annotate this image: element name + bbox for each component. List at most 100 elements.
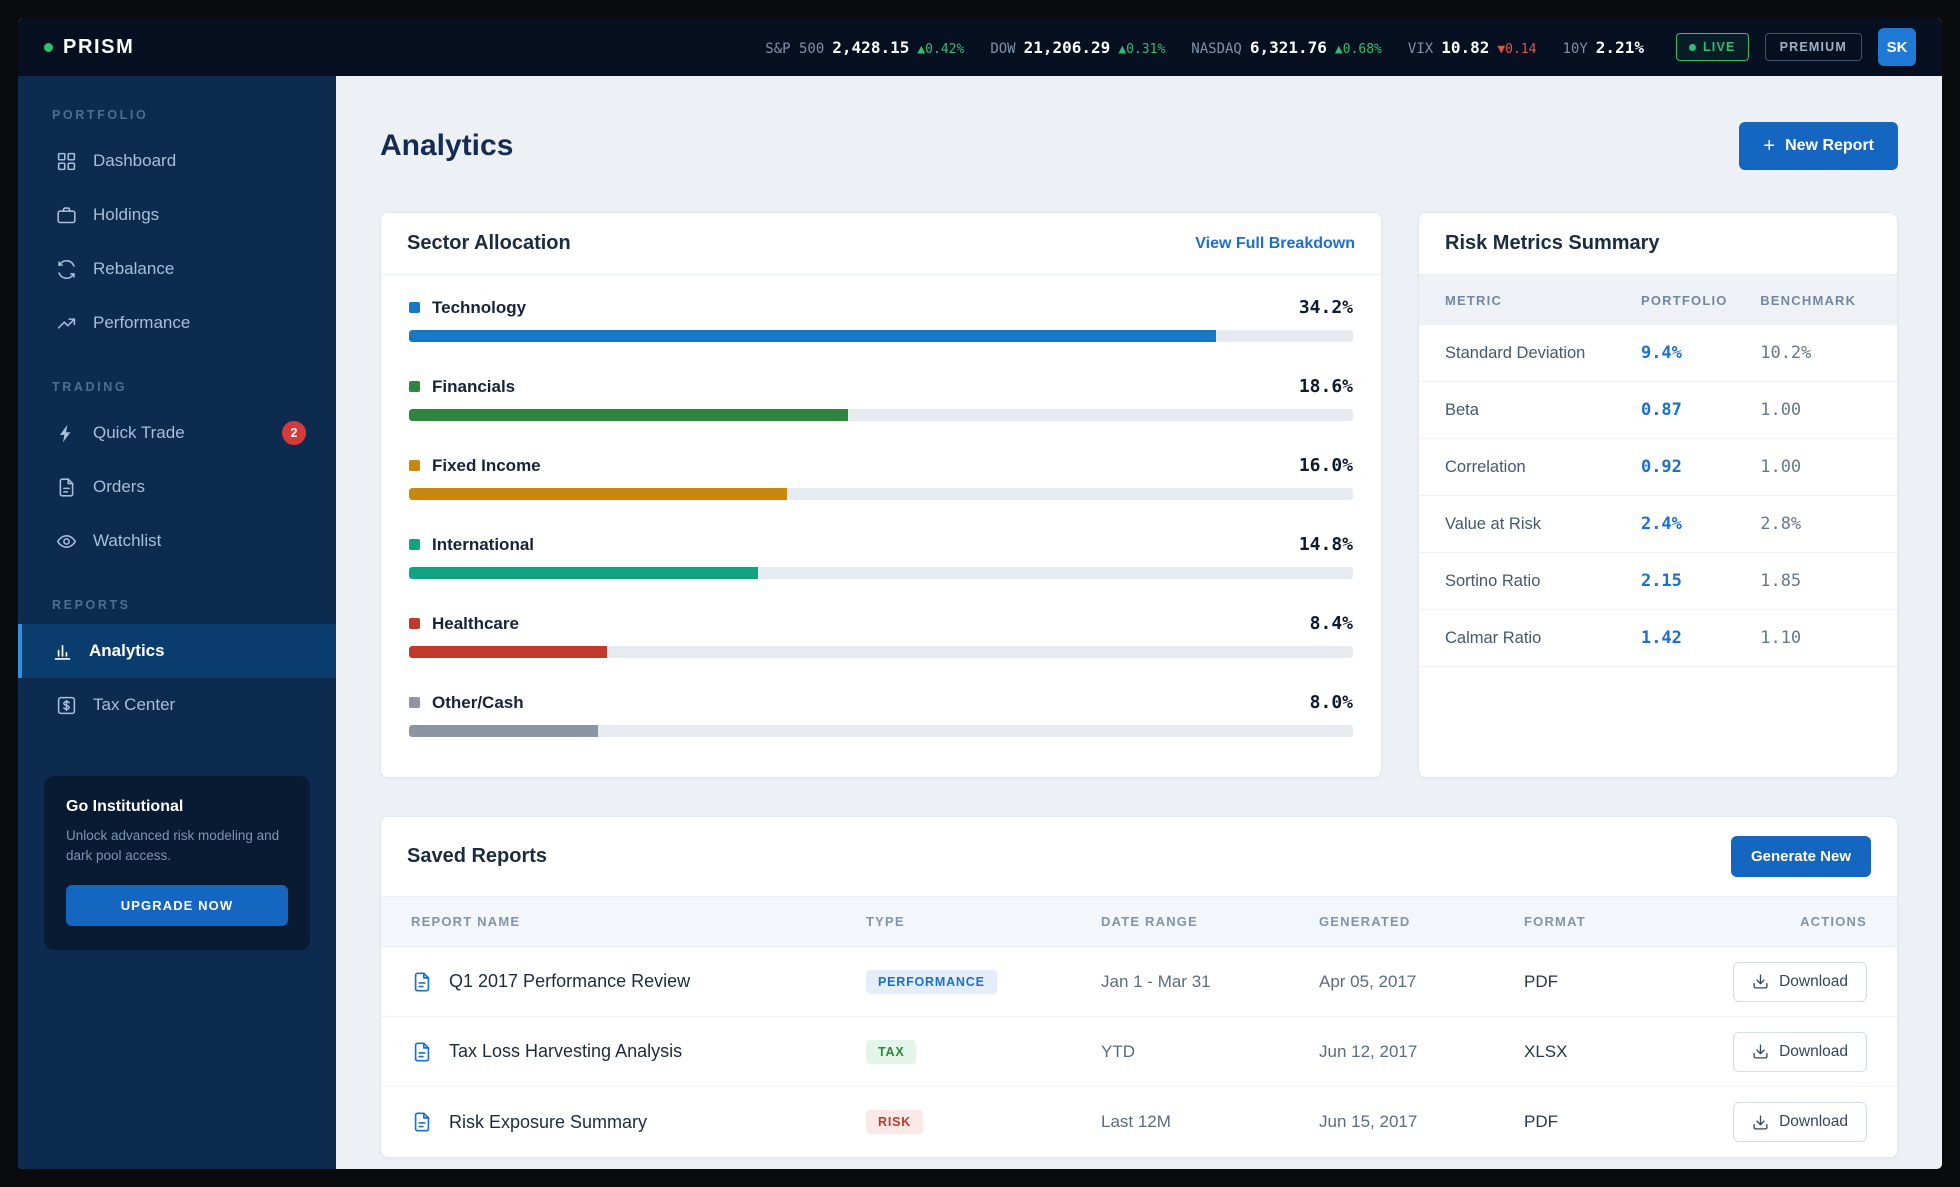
sidebar-item-label: Analytics xyxy=(89,641,165,660)
ticker-value: 10.82 xyxy=(1441,37,1490,57)
cards-row: Sector Allocation View Full Breakdown Te… xyxy=(380,212,1898,778)
sidebar-item-performance[interactable]: Performance xyxy=(18,296,336,350)
dollar-icon xyxy=(56,695,77,716)
sidebar-item-orders[interactable]: Orders xyxy=(18,460,336,514)
risk-metrics-table: METRIC PORTFOLIO BENCHMARK Standard Deviati… xyxy=(1419,275,1897,667)
sector-bar-fill xyxy=(409,567,759,579)
sidebar-item-watchlist[interactable]: Watchlist xyxy=(18,514,336,568)
sector-bar-fill xyxy=(409,330,1217,342)
sector-row-financials: Financials 18.6% xyxy=(409,376,1353,421)
eye-icon xyxy=(56,531,77,552)
report-type-cell: RISK xyxy=(866,1110,1101,1134)
reports-table-header-row: REPORT NAME TYPE DATE RANGE GENERATED FORMAT… xyxy=(381,897,1897,947)
live-badge-label: LIVE xyxy=(1702,40,1736,54)
risk-metrics-card: Risk Metrics Summary METRIC PORTFOLIO BENC… xyxy=(1418,212,1898,778)
report-type-cell: PERFORMANCE xyxy=(866,969,1101,994)
sidebar-item-tax-center[interactable]: Tax Center xyxy=(18,678,336,732)
sector-row-header: Technology 34.2% xyxy=(409,297,1353,318)
sidebar-item-rebalance[interactable]: Rebalance xyxy=(18,242,336,296)
risk-metric-name: Correlation xyxy=(1445,457,1526,476)
document-icon xyxy=(56,477,77,498)
risk-metric-name: Sortino Ratio xyxy=(1445,571,1541,590)
risk-benchmark-value: 2.8% xyxy=(1760,514,1802,534)
upgrade-now-button[interactable]: UPGRADE NOW xyxy=(66,884,288,926)
ticker-label: DOW xyxy=(990,40,1016,57)
ticker-change: ▼0.14 xyxy=(1497,41,1537,57)
new-report-label: New Report xyxy=(1785,137,1874,154)
reports-column-header: DATE RANGE xyxy=(1101,914,1198,929)
saved-reports-card: Saved Reports Generate New REPORT NAME TY… xyxy=(380,816,1898,1158)
download-button[interactable]: Download xyxy=(1733,1031,1867,1072)
generate-new-button[interactable]: Generate New xyxy=(1730,836,1871,877)
sidebar-item-holdings[interactable]: Holdings xyxy=(18,188,336,242)
risk-portfolio-value: 2.4% xyxy=(1640,514,1682,534)
nav-section-portfolio: PORTFOLIO Dashboard Holdings Rebalance Perfo… xyxy=(18,108,336,350)
risk-benchmark-value: 1.10 xyxy=(1760,628,1802,648)
sidebar-nav: PORTFOLIO Dashboard Holdings Rebalance Perfo… xyxy=(18,100,336,732)
risk-benchmark-value: 1.00 xyxy=(1760,400,1802,420)
sidebar-item-label: Dashboard xyxy=(93,151,177,170)
download-label: Download xyxy=(1779,1113,1848,1130)
sidebar-item-quick-trade[interactable]: Quick Trade 2 xyxy=(18,406,336,460)
logo: PRISM xyxy=(44,36,134,59)
sector-row-technology: Technology 34.2% xyxy=(409,297,1353,342)
view-full-breakdown-link[interactable]: View Full Breakdown xyxy=(1195,235,1355,253)
saved-reports-title: Saved Reports xyxy=(407,845,548,867)
download-button[interactable]: Download xyxy=(1733,961,1867,1002)
download-icon xyxy=(1752,1043,1769,1060)
risk-table-row: Correlation 0.92 1.00 xyxy=(1419,439,1897,496)
report-actions-cell: Download xyxy=(1674,961,1867,1002)
file-icon xyxy=(411,971,433,993)
trend-up-icon xyxy=(56,313,77,334)
sidebar-item-analytics[interactable]: Analytics xyxy=(18,624,336,678)
sector-value: 16.0% xyxy=(1298,455,1353,476)
ticker-value: 2,428.15 xyxy=(832,37,910,57)
sector-value: 18.6% xyxy=(1298,376,1353,397)
risk-table-header-row: METRIC PORTFOLIO BENCHMARK xyxy=(1419,275,1897,325)
sector-bar-track xyxy=(409,409,1353,421)
sector-bar-fill xyxy=(409,409,848,421)
sector-list: Technology 34.2% Financials 18.6% Fixed Inco… xyxy=(381,275,1381,777)
premium-badge: PREMIUM xyxy=(1764,33,1862,61)
report-actions-cell: Download xyxy=(1674,1031,1867,1072)
ticker-label: NASDAQ xyxy=(1191,40,1242,57)
report-date-range: Last 12M xyxy=(1101,1112,1171,1131)
ticker-nasdaq: NASDAQ 6,321.76 ▲0.68% xyxy=(1191,38,1382,57)
sidebar-item-label: Orders xyxy=(93,477,145,496)
ticker-dow: DOW 21,206.29 ▲0.31% xyxy=(990,38,1165,57)
report-generated: Jun 15, 2017 xyxy=(1319,1112,1418,1131)
sector-label: Other/Cash xyxy=(432,692,524,712)
new-report-button[interactable]: + New Report xyxy=(1739,122,1898,170)
sector-bar-track xyxy=(409,725,1353,737)
risk-table-row: Sortino Ratio 2.15 1.85 xyxy=(1419,553,1897,610)
sector-allocation-header: Sector Allocation View Full Breakdown xyxy=(381,213,1381,275)
ticker-value: 2.21% xyxy=(1595,37,1644,57)
sector-row-other-cash: Other/Cash 8.0% xyxy=(409,692,1353,737)
bar-chart-icon xyxy=(52,641,73,662)
ticker-change: ▲0.42% xyxy=(917,41,965,57)
sidebar-item-dashboard[interactable]: Dashboard xyxy=(18,134,336,188)
saved-reports-header: Saved Reports Generate New xyxy=(381,817,1897,897)
page-title: Analytics xyxy=(380,129,514,162)
avatar[interactable]: SK xyxy=(1878,28,1916,66)
sidebar-item-label: Rebalance xyxy=(93,259,175,278)
file-icon xyxy=(411,1041,433,1063)
sector-bar-fill xyxy=(409,488,787,500)
sector-row-header: Fixed Income 16.0% xyxy=(409,455,1353,476)
bolt-icon xyxy=(56,423,77,444)
report-generated: Apr 05, 2017 xyxy=(1319,971,1417,991)
report-generated: Jun 12, 2017 xyxy=(1319,1041,1418,1061)
sector-bullet-icon xyxy=(409,539,420,550)
risk-benchmark-value: 1.00 xyxy=(1760,457,1802,477)
sector-bullet-icon xyxy=(409,302,420,313)
report-name: Tax Loss Harvesting Analysis xyxy=(449,1041,683,1061)
download-button[interactable]: Download xyxy=(1733,1102,1867,1142)
report-type-badge: RISK xyxy=(866,1110,924,1134)
report-name: Risk Exposure Summary xyxy=(449,1111,648,1132)
ticker-label: S&P 500 xyxy=(765,40,825,57)
report-format: PDF xyxy=(1524,971,1558,991)
ticker-value: 21,206.29 xyxy=(1023,37,1111,57)
sector-row-healthcare: Healthcare 8.4% xyxy=(409,613,1353,658)
sector-row-header: Financials 18.6% xyxy=(409,376,1353,397)
sector-row-header: Healthcare 8.4% xyxy=(409,613,1353,634)
